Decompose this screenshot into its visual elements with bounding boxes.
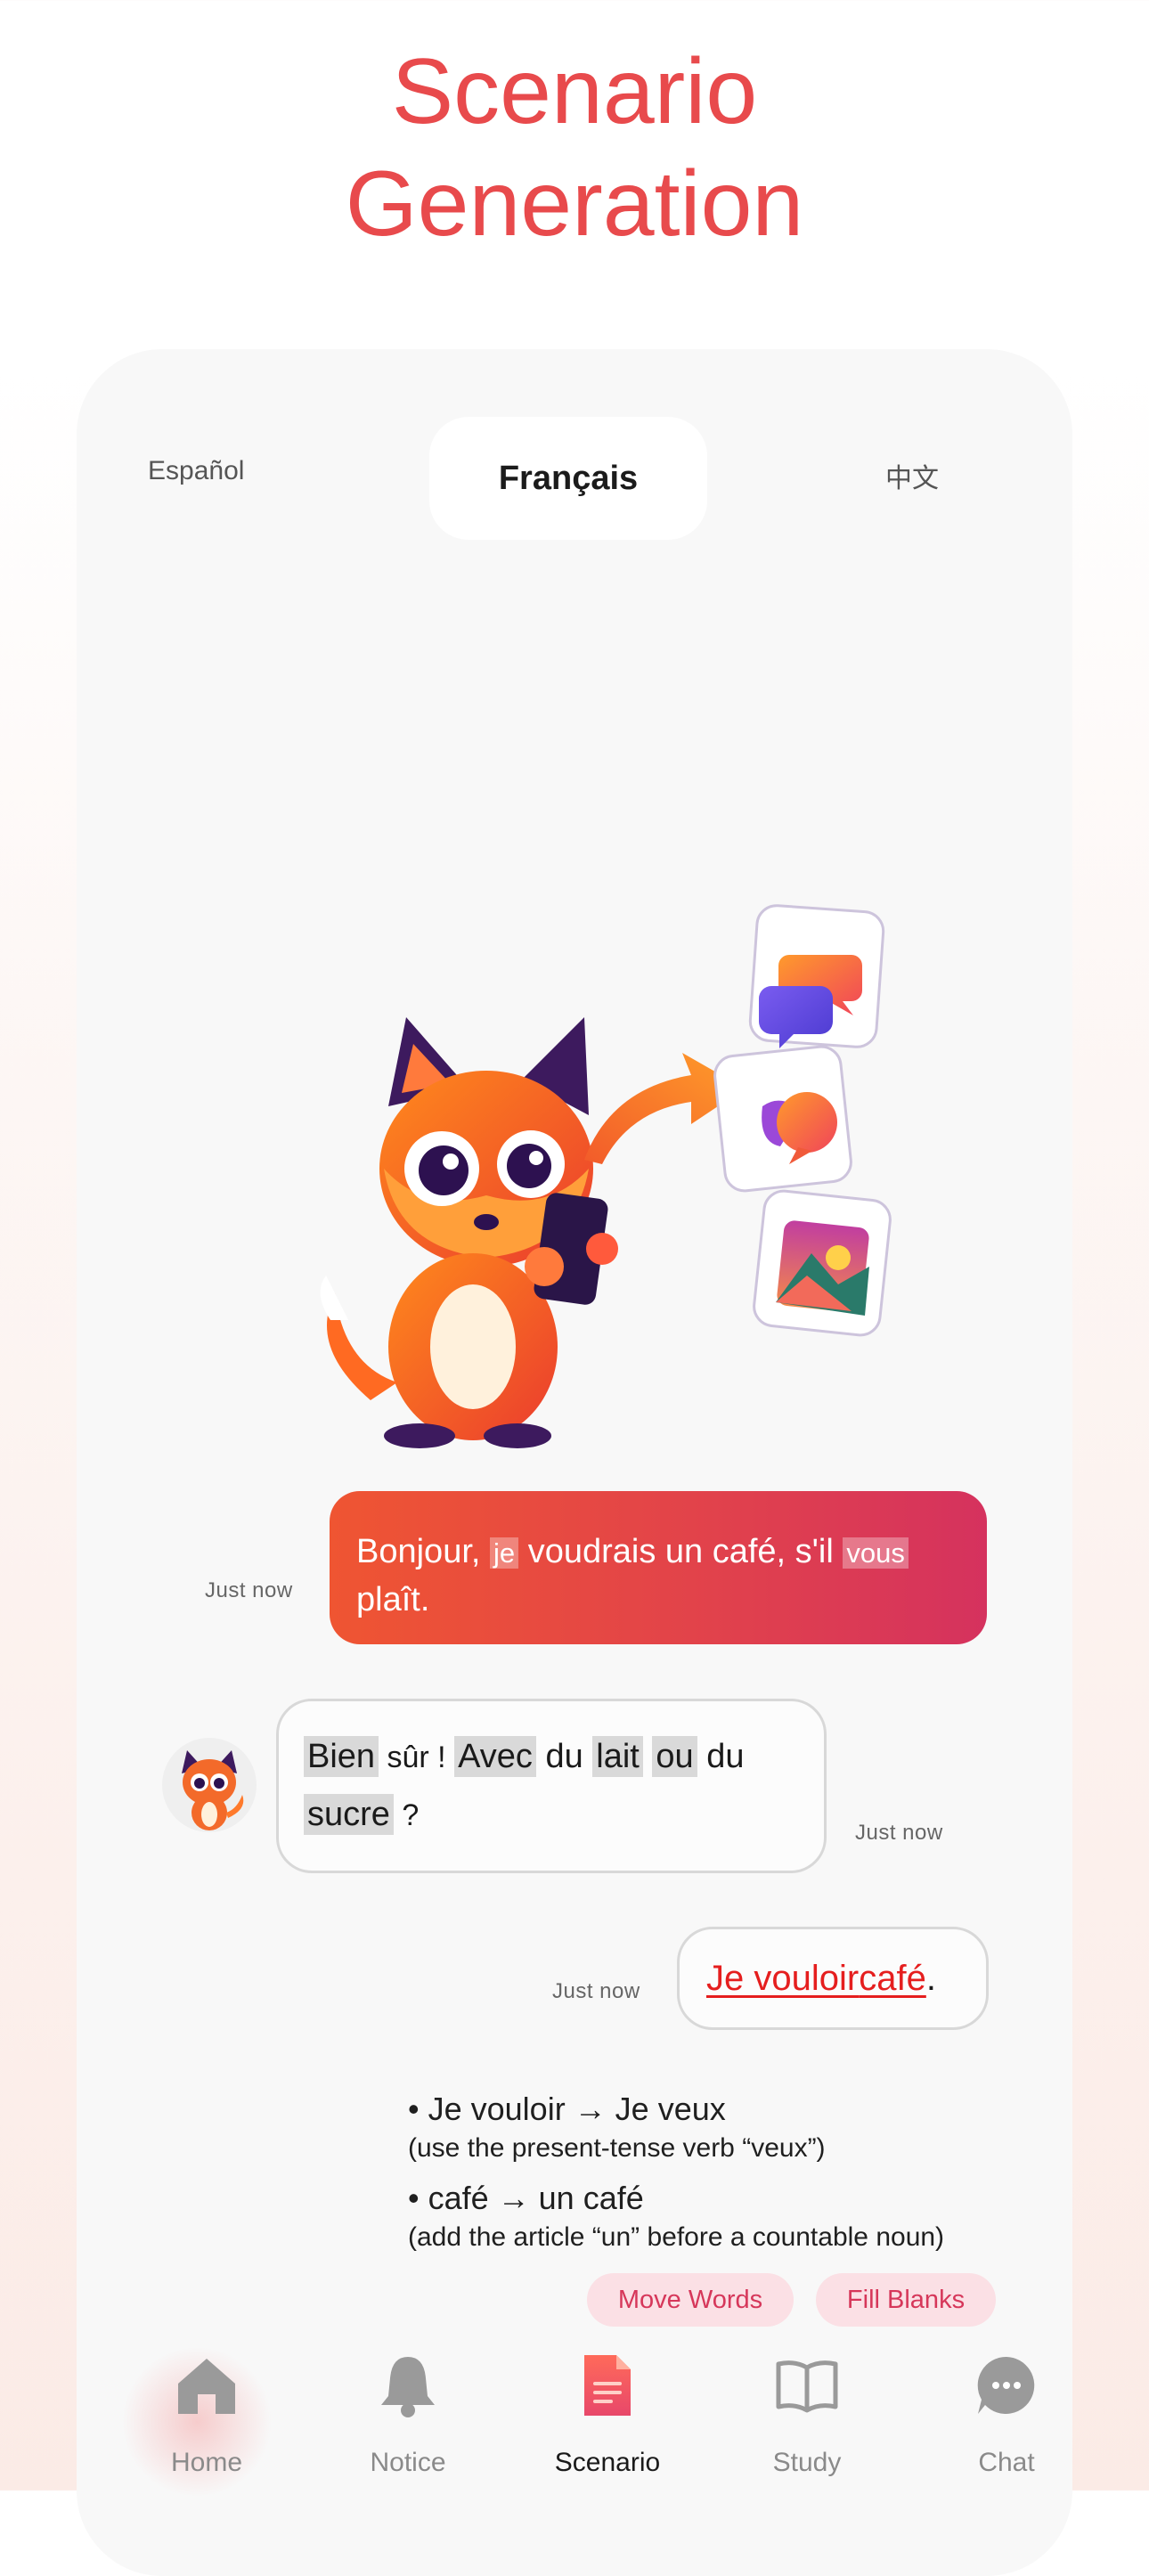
bot-message-text: ?: [393, 1798, 420, 1832]
tab-bar: Home Notice Scenario Study Chat: [109, 2332, 1040, 2498]
headline: Scenario Generation: [0, 36, 1149, 260]
tab-scenario[interactable]: Scenario: [527, 2332, 688, 2492]
bell-icon: [381, 2357, 435, 2417]
user-message-bubble: Bonjour, je voudrais un café, s'il vous …: [330, 1491, 987, 1644]
feedback-item-main: • Je vouloir → Je veux: [408, 2091, 726, 2127]
fox-avatar-icon: [182, 1750, 244, 1830]
tab-chat-label: Chat: [978, 2448, 1035, 2477]
document-icon: [584, 2355, 631, 2416]
tab-study-label: Study: [772, 2448, 842, 2477]
chat-bubbles-icon: [748, 904, 885, 1048]
tab-study[interactable]: Study: [727, 2332, 887, 2492]
language-tab-spanish[interactable]: Español: [148, 456, 244, 486]
highlighted-word[interactable]: lait: [592, 1736, 643, 1777]
highlighted-word[interactable]: ou: [652, 1736, 697, 1777]
user-message-text: voudrais un café, s'il: [518, 1533, 843, 1570]
highlighted-word[interactable]: vous: [843, 1537, 909, 1569]
feedback-notes: • Je vouloir → Je veux (use the present-…: [408, 2088, 1049, 2266]
language-tab-chinese[interactable]: 中文: [885, 456, 939, 495]
bot-message-text: [643, 1738, 653, 1775]
headline-line1: Scenario: [391, 40, 758, 143]
user-message-text: plaît.: [356, 1581, 430, 1618]
tab-scenario-label: Scenario: [554, 2448, 661, 2477]
highlighted-word[interactable]: Bien: [304, 1736, 379, 1777]
correction-message-time: Just now: [552, 1979, 640, 2003]
highlighted-word[interactable]: sucre: [304, 1794, 394, 1835]
bot-message-bubble: Bien sûr ! Avec du lait ou du sucre ?: [276, 1699, 827, 1873]
user-message-time: Just now: [205, 1578, 293, 1602]
error-phrase[interactable]: café: [859, 1959, 926, 1999]
photo-icon: [753, 1189, 892, 1337]
headline-line2: Generation: [345, 152, 804, 256]
user-message-text: Bonjour,: [356, 1533, 490, 1570]
bot-message-time: Just now: [855, 1821, 943, 1845]
language-tab-french-label: Français: [498, 459, 639, 497]
correction-message-bubble: Je vouloir café.: [677, 1927, 989, 2030]
avatar[interactable]: [162, 1738, 257, 1832]
tab-home[interactable]: Home: [121, 2332, 287, 2498]
highlighted-word[interactable]: je: [490, 1537, 519, 1569]
feedback-item-detail: (add the article “un” before a countable…: [408, 2222, 945, 2252]
chat-dots-icon: [977, 2356, 1035, 2414]
book-icon: [776, 2360, 838, 2413]
feedback-item-main: • café → un café: [408, 2180, 644, 2216]
bot-message-text: du: [535, 1738, 593, 1775]
bot-message-text: sûr !: [379, 1740, 455, 1774]
move-words-button[interactable]: Move Words: [587, 2273, 794, 2327]
correction-text: .: [925, 1958, 936, 1998]
error-phrase[interactable]: Je vouloir: [706, 1959, 859, 1999]
fox-mascot: [320, 1017, 618, 1448]
feedback-item-detail: (use the present-tense verb “veux”): [408, 2133, 826, 2163]
tab-notice-label: Notice: [370, 2448, 446, 2477]
highlighted-word[interactable]: Avec: [454, 1736, 536, 1777]
bot-message-text: du: [697, 1738, 745, 1775]
tab-home-label: Home: [170, 2448, 243, 2477]
tab-notice[interactable]: Notice: [328, 2332, 488, 2492]
phone-frame: Español Français 中文 Just now Bonjour, je…: [77, 349, 1072, 2576]
fill-blanks-button[interactable]: Fill Blanks: [816, 2273, 996, 2327]
home-icon: [178, 2359, 235, 2414]
language-tab-french[interactable]: Français: [429, 417, 707, 540]
tab-chat[interactable]: Chat: [926, 2332, 1087, 2492]
chat-bubbles-icon: [713, 1045, 852, 1193]
